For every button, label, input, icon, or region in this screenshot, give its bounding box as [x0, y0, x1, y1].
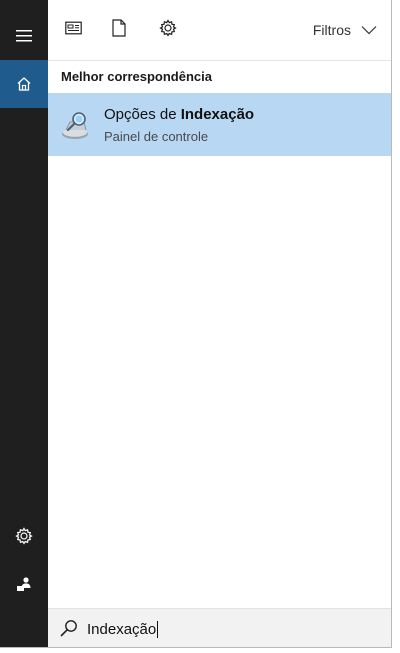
search-window: Filtros Melhor correspondência Opções de…	[0, 0, 392, 648]
apps-filter-button[interactable]	[59, 14, 87, 42]
search-input[interactable]: Indexação	[87, 618, 159, 640]
search-icon	[60, 620, 77, 637]
text-caret	[157, 620, 159, 638]
menu-button[interactable]	[0, 12, 48, 60]
left-rail	[0, 0, 48, 647]
best-match-title-bold: Indexação	[180, 106, 255, 123]
filters-label: Filtros	[312, 22, 351, 38]
window-right-border	[391, 0, 392, 648]
chevron-down-icon	[361, 26, 377, 35]
gear-icon	[159, 19, 177, 37]
newspaper-icon	[64, 21, 82, 35]
settings-filter-button[interactable]	[154, 14, 182, 42]
documents-filter-button[interactable]	[105, 14, 133, 42]
home-icon	[17, 77, 31, 91]
best-match-subtitle: Painel de controle	[104, 129, 209, 144]
best-match-result[interactable]: Opções de Indexação Painel de controle	[48, 93, 391, 156]
document-icon	[112, 19, 126, 37]
search-box[interactable]: Indexação	[48, 608, 391, 648]
search-toolbar: Filtros	[48, 0, 391, 61]
search-input-value: Indexação	[87, 620, 157, 638]
best-match-heading: Melhor correspondência	[61, 69, 212, 84]
settings-button[interactable]	[0, 512, 48, 560]
indexing-options-icon	[62, 112, 88, 139]
hamburger-menu-icon	[16, 30, 32, 42]
best-match-title: Opções de Indexação	[104, 106, 254, 123]
account-button[interactable]	[0, 560, 48, 608]
filters-dropdown[interactable]: Filtros	[313, 19, 377, 41]
user-icon	[17, 577, 31, 591]
window-bottom-border	[0, 647, 392, 648]
best-match-title-prefix: Opções de	[104, 106, 181, 123]
results-panel: Filtros Melhor correspondência Opções de…	[48, 0, 391, 648]
home-button[interactable]	[0, 60, 48, 108]
settings-icon	[15, 527, 33, 545]
